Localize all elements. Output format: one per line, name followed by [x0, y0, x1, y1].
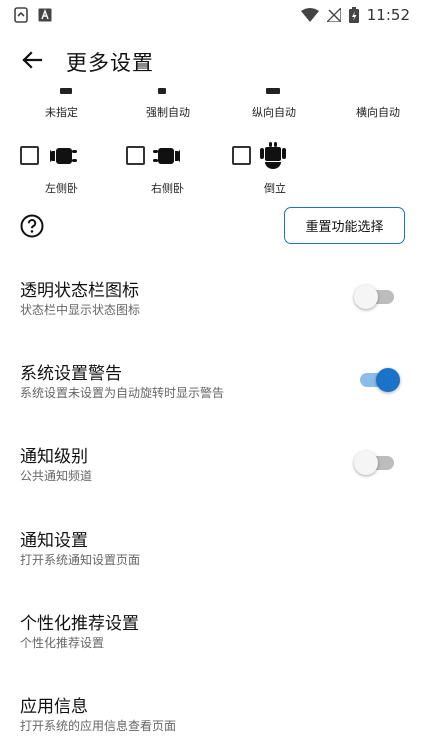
toggle-switch[interactable] — [354, 285, 394, 309]
setting-title: 通知级别 — [20, 447, 88, 467]
setting-title: 通知设置 — [20, 531, 88, 551]
setting-subtitle: 打开系统的应用信息查看页面 — [20, 719, 177, 733]
option-icon-fragment — [158, 88, 166, 94]
no-signal-icon — [326, 8, 341, 22]
setting-app-info[interactable]: 应用信息 打开系统的应用信息查看页面 — [0, 692, 424, 755]
setting-title: 应用信息 — [20, 697, 88, 717]
option-icon-fragment — [60, 88, 72, 94]
screenshot-icon — [14, 7, 28, 23]
orientation-options-row1: 未指定 强制自动 纵向自动 横向自动 — [0, 88, 424, 124]
setting-subtitle: 状态栏中显示状态图标 — [20, 303, 141, 317]
app-bar: 更多设置 — [0, 36, 424, 88]
toggle-switch[interactable] — [354, 451, 394, 475]
android-upside-down-icon — [260, 142, 286, 176]
back-button[interactable] — [4, 36, 60, 88]
help-circle-icon[interactable] — [20, 214, 44, 238]
setting-subtitle: 打开系统通知设置页面 — [20, 553, 141, 567]
page-title: 更多设置 — [66, 51, 154, 75]
option-label: 右侧卧 — [151, 182, 184, 195]
android-left-icon — [48, 142, 78, 174]
option-label: 倒立 — [264, 182, 286, 195]
option-label-unspecified[interactable]: 未指定 — [45, 104, 78, 120]
android-right-icon — [152, 142, 182, 174]
option-label-force-auto[interactable]: 强制自动 — [146, 104, 190, 120]
app-notification-icon — [38, 8, 52, 22]
setting-title: 个性化推荐设置 — [20, 614, 139, 634]
toggle-switch[interactable] — [360, 368, 400, 392]
arrow-back-icon — [21, 51, 43, 73]
setting-title: 系统设置警告 — [20, 364, 122, 384]
setting-subtitle: 个性化推荐设置 — [20, 636, 105, 650]
option-right-lying[interactable]: 右侧卧 — [126, 140, 216, 200]
setting-personalized-recommendations[interactable]: 个性化推荐设置 个性化推荐设置 — [0, 609, 424, 681]
setting-notification-settings[interactable]: 通知设置 打开系统通知设置页面 — [0, 526, 424, 598]
setting-transparent-statusbar-icons[interactable]: 透明状态栏图标 状态栏中显示状态图标 — [0, 276, 424, 348]
battery-icon — [348, 7, 359, 23]
reset-selection-button[interactable]: 重置功能选择 — [284, 207, 405, 244]
setting-subtitle: 公共通知频道 — [20, 469, 93, 483]
switch-thumb — [376, 368, 400, 392]
option-label: 左侧卧 — [45, 182, 78, 195]
status-time: 11:52 — [366, 6, 410, 24]
option-checkbox[interactable] — [20, 146, 39, 165]
setting-system-settings-warning[interactable]: 系统设置警告 系统设置未设置为自动旋转时显示警告 — [0, 359, 424, 431]
setting-notification-level[interactable]: 通知级别 公共通知频道 — [0, 442, 424, 514]
option-upside-down[interactable]: 倒立 — [232, 140, 322, 200]
setting-subtitle: 系统设置未设置为自动旋转时显示警告 — [20, 386, 225, 400]
option-checkbox[interactable] — [126, 146, 145, 165]
option-label-portrait-auto[interactable]: 纵向自动 — [252, 104, 296, 120]
option-label-landscape-auto[interactable]: 横向自动 — [356, 104, 400, 120]
wifi-icon — [300, 8, 319, 22]
switch-thumb — [354, 451, 378, 475]
setting-title: 透明状态栏图标 — [20, 281, 139, 301]
status-bar: 11:52 — [0, 0, 424, 30]
option-icon-fragment — [266, 88, 280, 94]
switch-thumb — [354, 285, 378, 309]
option-left-lying[interactable]: 左侧卧 — [20, 140, 110, 200]
option-checkbox[interactable] — [232, 146, 251, 165]
orientation-options-row2: 左侧卧 右侧卧 倒立 — [0, 140, 424, 200]
